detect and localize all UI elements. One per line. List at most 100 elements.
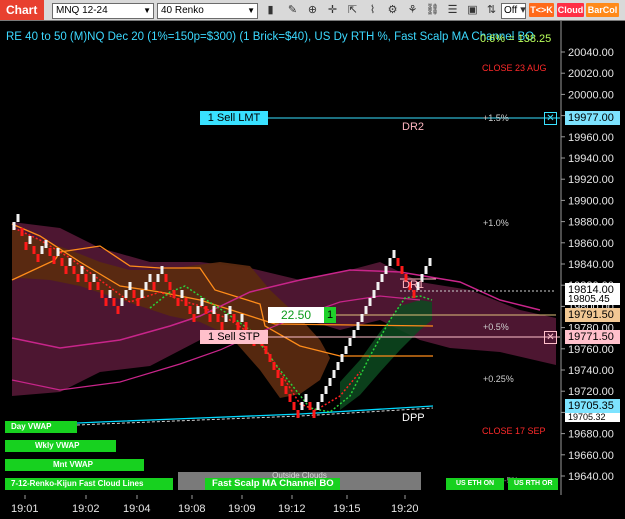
renko-down-brick — [396, 258, 400, 266]
renko-up-brick — [344, 346, 348, 354]
renko-down-brick — [220, 322, 224, 330]
y-tick-label: 20040.00 — [568, 47, 614, 59]
renko-up-brick — [44, 240, 48, 248]
cancel-order-icon[interactable]: ✕ — [544, 112, 557, 125]
instrument-value: MNQ 12-24 — [56, 5, 108, 16]
renko-up-brick — [380, 274, 384, 282]
mnt-vwap-pill[interactable]: Mnt VWAP — [5, 459, 144, 471]
renko-up-brick — [424, 266, 428, 274]
renko-up-brick — [304, 394, 308, 402]
position-qty-tag[interactable]: 1 — [324, 307, 336, 323]
renko-down-brick — [32, 246, 36, 254]
chart-tab[interactable]: Chart — [0, 0, 44, 20]
day-vwap-pill[interactable]: Day VWAP — [5, 421, 77, 433]
plus-1-5-label: +1.5% — [483, 113, 509, 123]
barcol-button[interactable]: BarCol — [586, 3, 619, 17]
renko-down-brick — [216, 314, 220, 322]
price-label-position: 19791.50 — [565, 308, 620, 322]
trade-icon[interactable]: ⇅ — [484, 3, 499, 17]
plus-1-0-label: +1.0% — [483, 218, 509, 228]
x-tick-label: 19:20 — [391, 503, 419, 515]
renko-up-brick — [56, 248, 60, 256]
chart-toolbar: Chart MNQ 12-24 ▼ 40 Renko ▼ ▮ ✎ ⊕ ✛ ⇱ ⌇… — [0, 0, 625, 21]
properties-icon[interactable]: ☰ — [445, 3, 460, 17]
zoom-in-icon[interactable]: ⊕ — [305, 3, 320, 17]
screenshot-icon[interactable]: ▣ — [465, 3, 480, 17]
dr2-label: DR2 — [402, 121, 425, 133]
link-icon[interactable]: ⛓ — [425, 3, 440, 17]
renko-up-brick — [40, 246, 44, 254]
renko-up-brick — [180, 290, 184, 298]
renko-up-brick — [156, 274, 160, 282]
tk-button[interactable]: T<>K — [529, 3, 554, 17]
x-tick-label: 19:01 — [11, 503, 39, 515]
pencil-icon[interactable]: ✎ — [285, 3, 300, 17]
renko-up-brick — [140, 290, 144, 298]
x-tick-label: 19:02 — [72, 503, 100, 515]
x-tick-label: 19:09 — [228, 503, 256, 515]
renko-down-brick — [104, 298, 108, 306]
renko-up-brick — [324, 386, 328, 394]
x-tick-label: 19:04 — [123, 503, 151, 515]
renko-down-brick — [208, 314, 212, 322]
renko-up-brick — [328, 378, 332, 386]
chevron-down-icon: ▼ — [143, 6, 151, 15]
renko-up-brick — [300, 402, 304, 410]
chevron-down-icon[interactable]: ▾ — [518, 3, 528, 17]
position-pnl-tag[interactable]: 22.50 — [268, 307, 324, 323]
bar-chart-icon[interactable]: ▮ — [263, 3, 278, 17]
chart-panel[interactable]: 20040.0020020.0020000.0019980.0019960.00… — [0, 21, 625, 519]
renko-up-brick — [332, 370, 336, 378]
price-label-vwap-2: 19705.32 — [565, 413, 620, 422]
wkly-vwap-pill[interactable]: Wkly VWAP — [5, 440, 116, 452]
renko-down-brick — [296, 410, 300, 418]
renko-kijun-cloud-pill[interactable]: 7-12-Renko-Kijun Fast Cloud Lines — [5, 478, 173, 490]
renko-down-brick — [76, 274, 80, 282]
x-tick-label: 19:15 — [333, 503, 361, 515]
crosshair-icon[interactable]: ✛ — [325, 3, 340, 17]
renko-up-brick — [80, 266, 84, 274]
draw-tools-icon[interactable]: ⌇ — [365, 3, 380, 17]
renko-up-brick — [388, 258, 392, 266]
strategy-icon[interactable]: ⚘ — [405, 3, 420, 17]
y-tick-label: 19920.00 — [568, 174, 614, 186]
cursor-icon[interactable]: ⇱ — [345, 3, 360, 17]
renko-up-brick — [348, 338, 352, 346]
fast-scalp-pill[interactable]: Fast Scalp MA Channel BO — [205, 478, 340, 490]
settings-icon[interactable]: ⚙ — [385, 3, 400, 17]
renko-down-brick — [152, 282, 156, 290]
y-tick-label: 19900.00 — [568, 195, 614, 207]
renko-down-brick — [192, 314, 196, 322]
renko-down-brick — [276, 370, 280, 378]
renko-down-brick — [52, 256, 56, 264]
cloud-button[interactable]: Cloud — [557, 3, 584, 17]
off-value: Off — [504, 5, 518, 16]
sell-stop-order-tag[interactable]: 1 Sell STP — [200, 330, 268, 344]
renko-down-brick — [20, 228, 24, 236]
us-rth-or-pill[interactable]: US RTH OR — [508, 478, 558, 490]
sell-limit-order-tag[interactable]: 1 Sell LMT — [200, 111, 268, 125]
instrument-selector[interactable]: MNQ 12-24 ▼ — [52, 3, 154, 19]
renko-up-brick — [124, 290, 128, 298]
renko-down-brick — [64, 266, 68, 274]
renko-up-brick — [16, 214, 20, 222]
renko-up-brick — [212, 306, 216, 314]
renko-down-brick — [136, 298, 140, 306]
close-aug-label: CLOSE 23 AUG — [482, 63, 547, 73]
y-tick-label: 19660.00 — [568, 450, 614, 462]
cancel-order-icon[interactable]: ✕ — [544, 331, 557, 344]
renko-up-brick — [120, 298, 124, 306]
y-tick-label: 20020.00 — [568, 68, 614, 80]
y-tick-label: 19740.00 — [568, 365, 614, 377]
renko-up-brick — [92, 274, 96, 282]
us-eth-on-pill[interactable]: US ETH ON — [446, 478, 504, 490]
x-tick-label: 19:12 — [278, 503, 306, 515]
chart-title: RE 40 to 50 (M)NQ Dec 20 (1%=150p=$300) … — [6, 31, 535, 43]
renko-up-brick — [364, 306, 368, 314]
x-axis: 19:01 19:02 19:04 19:08 19:09 19:12 19:15 19:20 — [11, 495, 419, 515]
y-tick-label: 19720.00 — [568, 386, 614, 398]
renko-down-brick — [284, 386, 288, 394]
bar-type-selector[interactable]: 40 Renko ▼ — [157, 3, 258, 19]
y-tick-label: 20000.00 — [568, 89, 614, 101]
renko-up-brick — [392, 250, 396, 258]
